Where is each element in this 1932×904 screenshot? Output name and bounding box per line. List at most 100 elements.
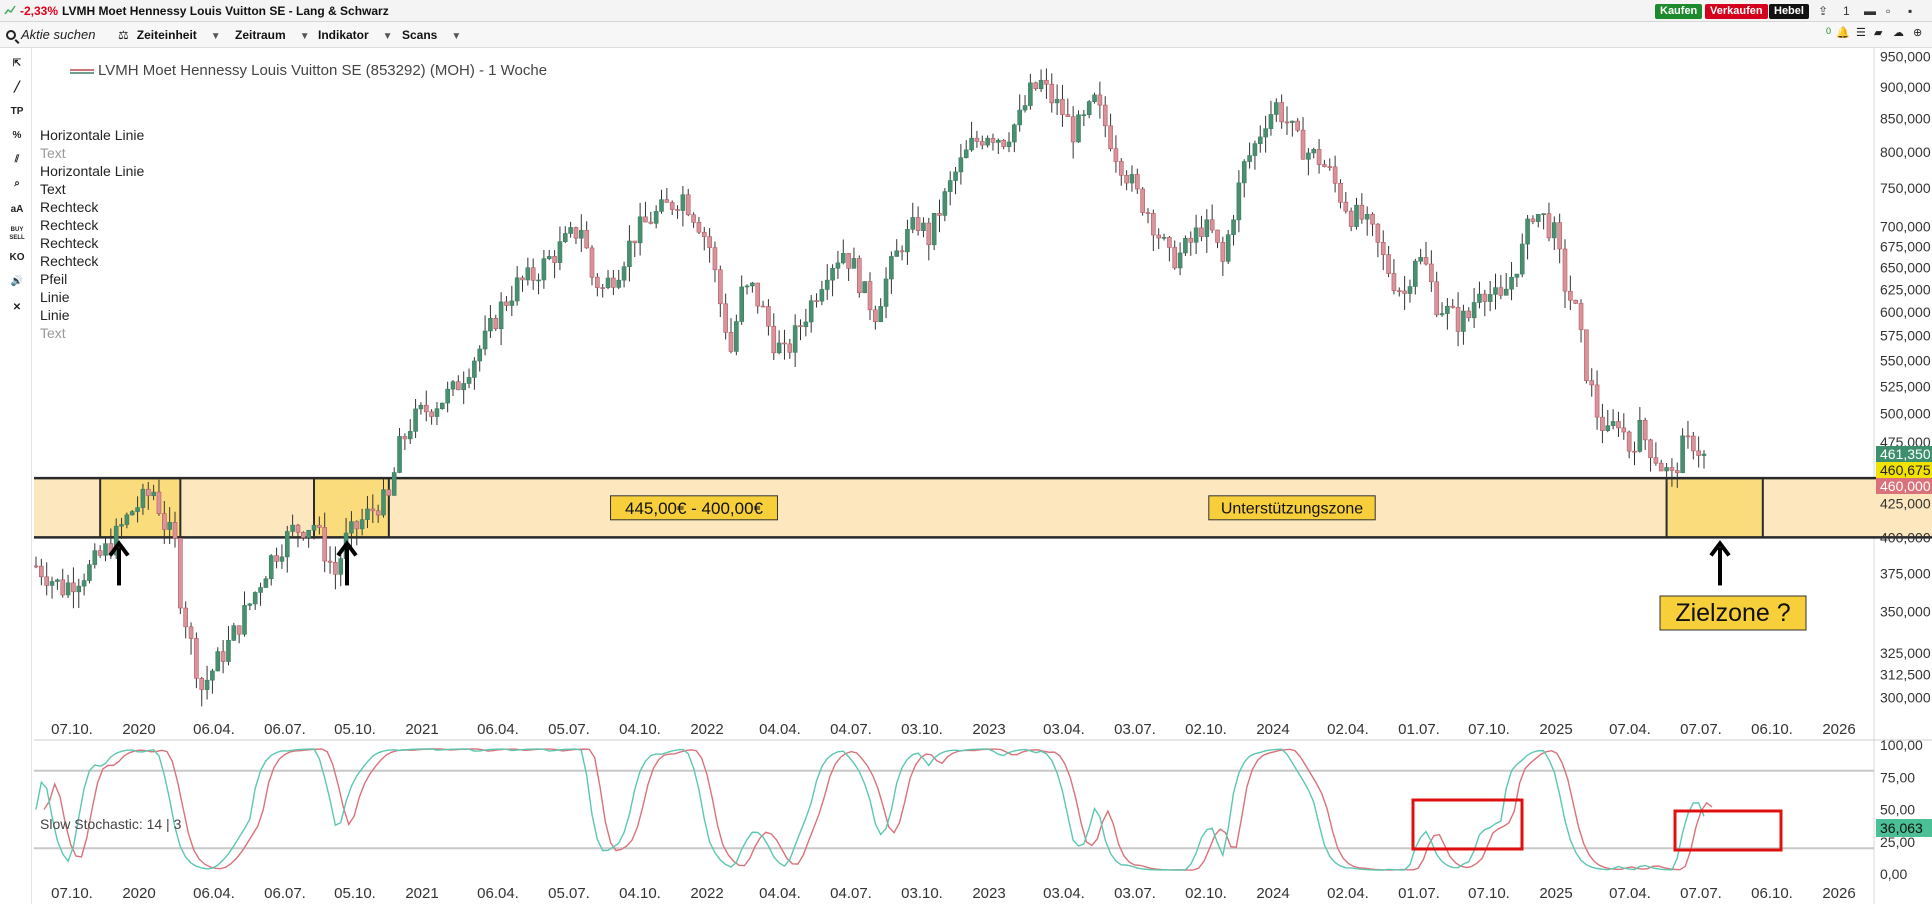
buy-button[interactable]: Kaufen [1655, 4, 1703, 19]
date-tick-label: 07.10. [51, 721, 93, 738]
candle-body [450, 381, 456, 390]
drawing-item[interactable]: Linie [40, 288, 144, 306]
support-zone-label-text: Unterstützungszone [1221, 500, 1363, 517]
candle-body [1696, 450, 1701, 456]
zoom-tool-icon[interactable]: ⌕ [4, 174, 30, 194]
candle-body [883, 278, 889, 307]
candle-body [1396, 290, 1402, 292]
candle-body [750, 282, 755, 287]
chart-svg[interactable]: 445,00€ - 400,00€ Unterstützungszone Zielz… [33, 48, 1932, 904]
candle-body [151, 491, 156, 497]
candle-body [1102, 104, 1108, 127]
hamburger-icon[interactable]: ☰ [1856, 26, 1866, 39]
candle-body [1530, 218, 1536, 222]
percent-tool-icon[interactable]: % [4, 126, 30, 146]
maximize-icon[interactable]: ▫ [1886, 4, 1890, 18]
candle-body [1429, 263, 1434, 283]
add-icon[interactable]: ⊕ [1913, 26, 1922, 39]
series-line-icon [70, 68, 94, 74]
candle-body [1054, 99, 1060, 104]
candle-body [1076, 114, 1081, 143]
lever-button[interactable]: Hebel [1769, 4, 1809, 19]
candle-body [231, 625, 237, 641]
candle-body [1642, 419, 1648, 441]
date-tick-label: 04.04. [759, 721, 801, 738]
drawing-item[interactable]: Pfeil [40, 270, 144, 288]
menu-period[interactable]: Zeitraum ▼ [235, 28, 310, 42]
candle-body [194, 638, 199, 679]
sound-tool-icon[interactable]: 🔊 [4, 272, 30, 292]
candle-body [242, 605, 247, 635]
chart-title-text: LVMH Moet Hennessy Louis Vuitton SE (853… [98, 62, 548, 79]
candle-body [744, 285, 750, 288]
sell-button[interactable]: Verkaufen [1705, 4, 1768, 19]
drawing-item[interactable]: Horizontale Linie [40, 162, 144, 180]
highlight-rectangle [1665, 477, 1764, 539]
close-tool-icon[interactable]: ✕ [4, 298, 30, 318]
candle-body [1514, 273, 1520, 278]
candle-body [60, 579, 66, 596]
alert-count: 0 [1826, 26, 1832, 36]
candle-body [1600, 416, 1605, 431]
drawing-item[interactable]: Text [40, 324, 144, 342]
candle-body [375, 510, 381, 516]
drawing-item[interactable]: Horizontale Linie [40, 126, 144, 144]
candle-body [899, 250, 905, 253]
date-tick-label: 04.07. [830, 721, 872, 738]
stoch-tick-label: 50,00 [1880, 802, 1915, 818]
stoch-date-tick-label: 06.10. [1751, 885, 1793, 902]
candle-body [701, 231, 707, 237]
drawing-item[interactable]: Linie [40, 306, 144, 324]
candle-body [1616, 421, 1621, 429]
candle-body [199, 677, 205, 690]
ko-tool-icon[interactable]: KO [4, 248, 30, 268]
cloud-icon[interactable]: ☁ [1893, 26, 1904, 39]
stock-search-input[interactable]: Aktie suchen [6, 27, 95, 42]
tp-tool-icon[interactable]: TP [4, 102, 30, 122]
candle-body [1391, 273, 1397, 291]
candle-body [1113, 148, 1119, 162]
candle-body [498, 301, 504, 330]
candle-body [76, 585, 82, 593]
menu-scans[interactable]: Scans ▼ [402, 28, 461, 42]
date-tick-label: 04.10. [619, 721, 661, 738]
candle-body [220, 651, 226, 662]
parallel-lines-tool-icon[interactable]: ⫽ [4, 150, 30, 170]
date-tick-label: 06.10. [1751, 721, 1793, 738]
chart-area[interactable]: 445,00€ - 400,00€ Unterstützungszone Zielz… [33, 48, 1932, 904]
candle-body [1247, 155, 1252, 162]
drawing-item[interactable]: Text [40, 180, 144, 198]
cursor-tool-icon[interactable]: ⇱ [4, 54, 30, 74]
candle-body [1156, 234, 1161, 239]
candle-body [210, 670, 215, 681]
stoch-date-tick-label: 03.07. [1114, 885, 1156, 902]
candle-body [1044, 79, 1049, 85]
menu-indicator[interactable]: Indikator ▼ [318, 28, 393, 42]
folder-icon[interactable]: ▰ [1874, 26, 1882, 39]
drawing-item[interactable]: Rechteck [40, 252, 144, 270]
candle-body [1279, 102, 1284, 123]
text-size-tool-icon[interactable]: aA [4, 200, 30, 220]
bell-icon[interactable]: 🔔 [1836, 26, 1850, 39]
menu-timeframe[interactable]: ⚖ Zeiteinheit ▼ [118, 28, 221, 42]
drawing-item[interactable]: Rechteck [40, 216, 144, 234]
candle-body [461, 383, 466, 391]
scale-icon: ⚖ [118, 28, 129, 42]
stoch-date-tick-label: 04.04. [759, 885, 801, 902]
candle-body [1322, 164, 1327, 167]
drawing-item[interactable]: Text [40, 144, 144, 162]
minimize-icon[interactable]: ▬ [1864, 4, 1876, 18]
drawing-item[interactable]: Rechteck [40, 234, 144, 252]
line-tool-icon[interactable]: ╱ [4, 78, 30, 98]
candle-body [857, 258, 862, 294]
date-tick-label: 03.10. [901, 721, 943, 738]
candle-body [268, 555, 274, 580]
candle-body [958, 157, 964, 173]
candle-body [1573, 299, 1578, 304]
candle-body [1140, 188, 1145, 213]
buy-sell-tool-icon[interactable]: BUY SELL [4, 224, 30, 244]
drawing-item[interactable]: Rechteck [40, 198, 144, 216]
candle-body [776, 342, 782, 354]
close-window-icon[interactable]: ▪ [1908, 4, 1912, 18]
share-icon[interactable]: ⇪ [1818, 4, 1828, 18]
